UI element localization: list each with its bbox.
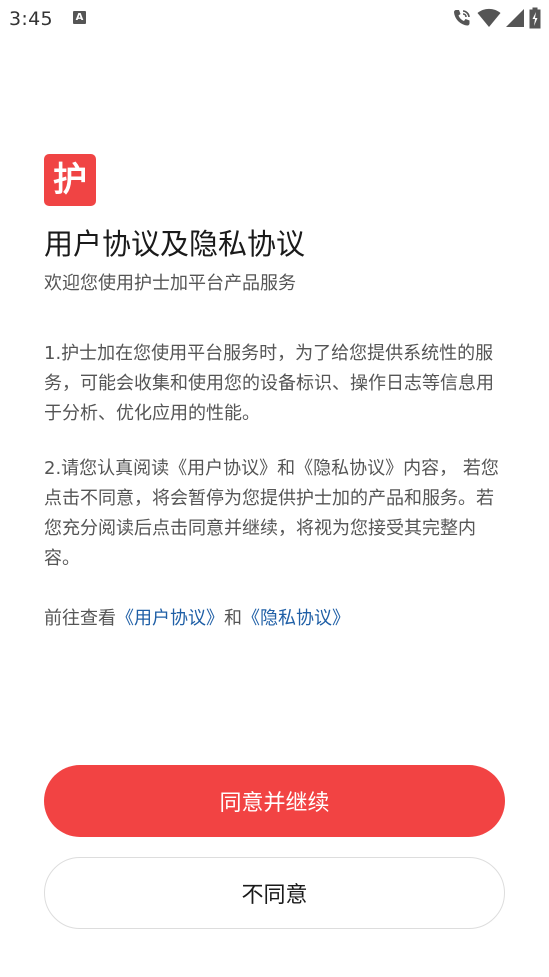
- paragraph-1: 1.护士加在您使用平台服务时，为了给您提供系统性的服务，可能会收集和使用您的设备…: [44, 343, 494, 424]
- wifi-icon: [477, 8, 501, 27]
- a-icon: A: [73, 11, 86, 24]
- disagree-button[interactable]: 不同意: [44, 857, 505, 929]
- status-icons: [451, 6, 541, 30]
- links-prefix: 前往查看: [44, 608, 116, 629]
- page-subtitle: 欢迎您使用护士加平台产品服务: [44, 273, 296, 294]
- links-conjunction: 和: [224, 608, 242, 629]
- logo-char: 护: [53, 160, 87, 200]
- status-bar: 3:45 A: [0, 0, 549, 38]
- wifi-call-icon: [454, 10, 470, 26]
- app-logo: 护: [44, 154, 96, 206]
- privacy-agreement-link[interactable]: 《隐私协议》: [242, 608, 350, 629]
- page-title: 用户协议及隐私协议: [44, 227, 306, 261]
- agree-button[interactable]: 同意并继续: [44, 765, 505, 837]
- status-time: 3:45: [9, 8, 53, 30]
- paragraph-2: 2.请您认真阅读《用户协议》和《隐私协议》内容， 若您点击不同意，将会暂停为您提…: [44, 458, 499, 569]
- user-agreement-link[interactable]: 《用户协议》: [116, 608, 224, 629]
- signal-icon: [506, 9, 524, 27]
- battery-icon: [529, 7, 541, 29]
- agreement-links-line: 前往查看《用户协议》和《隐私协议》: [44, 604, 350, 634]
